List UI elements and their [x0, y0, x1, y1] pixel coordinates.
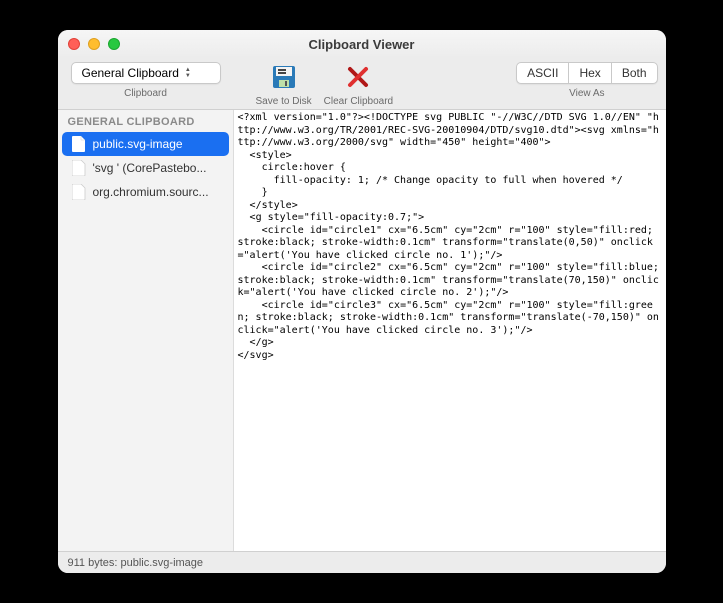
titlebar: Clipboard Viewer [58, 30, 666, 58]
clear-button[interactable] [343, 62, 373, 92]
save-label: Save to Disk [256, 96, 312, 107]
document-icon [72, 136, 86, 152]
sidebar-item-label: org.chromium.sourc... [93, 185, 209, 199]
clear-label: Clear Clipboard [324, 96, 393, 107]
document-icon [72, 184, 86, 200]
toolbar: General Clipboard ▲▼ Clipboard Save to [58, 58, 666, 110]
sidebar-item[interactable]: org.chromium.sourc... [58, 180, 233, 204]
close-button[interactable] [68, 38, 80, 50]
x-icon [346, 65, 370, 89]
statusbar: 911 bytes: public.svg-image [58, 551, 666, 573]
sidebar-header: GENERAL CLIPBOARD [58, 110, 233, 132]
sidebar-item-label: public.svg-image [93, 137, 183, 151]
content-area[interactable]: <?xml version="1.0"?><!DOCTYPE svg PUBLI… [234, 110, 666, 551]
window-title: Clipboard Viewer [58, 37, 666, 52]
zoom-button[interactable] [108, 38, 120, 50]
save-group: Save to Disk [256, 62, 312, 107]
main: GENERAL CLIPBOARD public.svg-image 'svg … [58, 110, 666, 551]
window: Clipboard Viewer General Clipboard ▲▼ Cl… [58, 30, 666, 573]
document-icon [72, 160, 86, 176]
view-as-group: ASCII Hex Both View As [516, 62, 657, 99]
view-as-label: View As [569, 88, 604, 99]
minimize-button[interactable] [88, 38, 100, 50]
status-text: 911 bytes: public.svg-image [68, 557, 204, 569]
clear-group: Clear Clipboard [324, 62, 393, 107]
floppy-disk-icon [271, 64, 297, 90]
traffic-lights [68, 38, 120, 50]
clipboard-label: Clipboard [124, 88, 167, 99]
content-text: <?xml version="1.0"?><!DOCTYPE svg PUBLI… [234, 110, 666, 364]
sidebar-item[interactable]: public.svg-image [62, 132, 229, 156]
sidebar: GENERAL CLIPBOARD public.svg-image 'svg … [58, 110, 234, 551]
view-ascii-button[interactable]: ASCII [517, 63, 569, 83]
view-as-segmented: ASCII Hex Both [516, 62, 657, 84]
sidebar-item-label: 'svg ' (CorePastebo... [93, 161, 207, 175]
clipboard-selector-value: General Clipboard [82, 66, 179, 80]
view-both-button[interactable]: Both [612, 63, 657, 83]
view-hex-button[interactable]: Hex [569, 63, 611, 83]
save-button[interactable] [269, 62, 299, 92]
clipboard-selector-group: General Clipboard ▲▼ Clipboard [66, 62, 226, 99]
sidebar-item[interactable]: 'svg ' (CorePastebo... [58, 156, 233, 180]
chevron-updown-icon: ▲▼ [185, 68, 191, 79]
clipboard-selector[interactable]: General Clipboard ▲▼ [71, 62, 221, 84]
